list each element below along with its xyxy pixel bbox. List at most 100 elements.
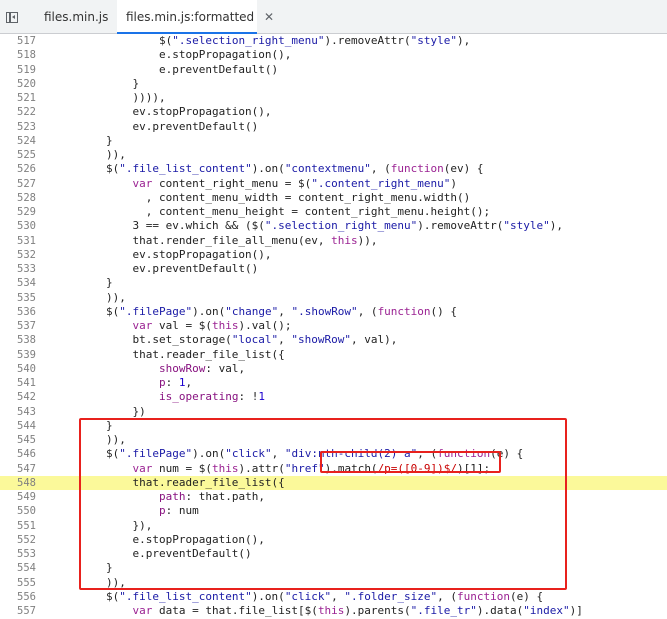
code-line[interactable]: 540 showRow: val, [0, 362, 667, 376]
code-line[interactable]: 528 , content_menu_width = content_right… [0, 191, 667, 205]
line-number[interactable]: 521 [0, 91, 36, 105]
line-number[interactable]: 550 [0, 504, 36, 518]
line-number[interactable]: 526 [0, 162, 36, 176]
line-number[interactable]: 552 [0, 533, 36, 547]
line-number[interactable]: 529 [0, 205, 36, 219]
code-token: )] [569, 604, 583, 617]
line-number[interactable]: 557 [0, 604, 36, 618]
line-number[interactable]: 524 [0, 134, 36, 148]
line-number[interactable]: 527 [0, 177, 36, 191]
code-line[interactable]: 536 $(".filePage").on("change", ".showRo… [0, 305, 667, 319]
code-token: "showRow" [291, 333, 352, 347]
code-line[interactable]: 537 var val = $(this).val(); [0, 319, 667, 333]
code-line[interactable]: 530 3 == ev.which && ($(".selection_righ… [0, 219, 667, 233]
line-number[interactable]: 538 [0, 333, 36, 347]
code-token: ), [549, 219, 563, 233]
code-line[interactable]: 526 $(".file_list_content").on("contextm… [0, 162, 667, 176]
code-token: )))), [53, 91, 166, 104]
code-token: p [158, 376, 166, 389]
code-line[interactable]: 532 ev.stopPropagation(), [0, 248, 667, 262]
code-line[interactable]: 525 )), [0, 148, 667, 162]
line-number[interactable]: 536 [0, 305, 36, 319]
line-code: } [53, 134, 113, 148]
code-token: ".file_list_content" [119, 162, 252, 176]
line-number[interactable]: 523 [0, 120, 36, 134]
code-line[interactable]: 519 e.preventDefault() [0, 63, 667, 77]
line-number[interactable]: 539 [0, 348, 36, 362]
code-token: : ! [238, 390, 259, 404]
code-line[interactable]: 534 } [0, 276, 667, 290]
line-number[interactable]: 553 [0, 547, 36, 561]
code-line[interactable]: 541 p: 1, [0, 376, 667, 390]
code-line[interactable]: 535 )), [0, 291, 667, 305]
code-line[interactable]: 539 that.reader_file_list({ [0, 348, 667, 362]
line-number[interactable]: 522 [0, 105, 36, 119]
code-token: ".content_right_menu" [311, 176, 451, 190]
line-number[interactable]: 555 [0, 576, 36, 590]
code-line[interactable]: 523 ev.preventDefault() [0, 120, 667, 134]
line-number[interactable]: 546 [0, 447, 36, 461]
line-number[interactable]: 544 [0, 419, 36, 433]
code-line[interactable]: 518 e.stopPropagation(), [0, 48, 667, 62]
code-line[interactable]: 543 }) [0, 405, 667, 419]
line-code: }) [53, 405, 145, 419]
line-number[interactable]: 547 [0, 462, 36, 476]
tab-files-min-js[interactable]: files.min.js [27, 0, 117, 34]
code-line[interactable]: 524 } [0, 134, 667, 148]
line-number[interactable]: 543 [0, 405, 36, 419]
line-number[interactable]: 540 [0, 362, 36, 376]
code-line[interactable]: 542 is_operating: !1 [0, 390, 667, 404]
line-number[interactable]: 551 [0, 519, 36, 533]
code-line[interactable]: 527 var content_right_menu = $(".content… [0, 177, 667, 191]
code-line[interactable]: 521 )))), [0, 91, 667, 105]
line-number[interactable]: 517 [0, 34, 36, 48]
line-number[interactable]: 534 [0, 276, 36, 290]
line-number[interactable]: 533 [0, 262, 36, 276]
line-number[interactable]: 548 [0, 476, 36, 490]
line-number[interactable]: 554 [0, 561, 36, 575]
line-code: var data = that.file_list[$(this).parent… [53, 604, 583, 618]
line-number[interactable]: 556 [0, 590, 36, 604]
line-number[interactable]: 519 [0, 63, 36, 77]
code-token: ).parents( [344, 604, 411, 617]
code-line[interactable]: 522 ev.stopPropagation(), [0, 105, 667, 119]
line-number[interactable]: 528 [0, 191, 36, 205]
line-number[interactable]: 531 [0, 234, 36, 248]
line-number[interactable]: 542 [0, 390, 36, 404]
code-token: ".folder_size" [344, 589, 438, 603]
line-number[interactable]: 541 [0, 376, 36, 390]
code-token: ) [450, 176, 458, 190]
line-number[interactable]: 520 [0, 77, 36, 91]
code-token: ).removeAttr( [417, 219, 504, 233]
code-token: , ( [370, 162, 391, 176]
code-line[interactable]: 556 $(".file_list_content").on("click", … [0, 590, 667, 604]
line-number[interactable]: 549 [0, 490, 36, 504]
line-number[interactable]: 535 [0, 291, 36, 305]
line-number[interactable]: 545 [0, 433, 36, 447]
line-number[interactable]: 518 [0, 48, 36, 62]
code-token: ev.preventDefault() [53, 262, 259, 275]
code-token: )), [53, 290, 126, 304]
code-line[interactable]: 557 var data = that.file_list[$(this).pa… [0, 604, 667, 618]
tab-bar: files.min.js files.min.js:formatted ✕ [0, 0, 667, 34]
code-line[interactable]: 520 } [0, 77, 667, 91]
code-line[interactable]: 531 that.render_file_all_menu(ev, this))… [0, 234, 667, 248]
code-token: , [278, 304, 292, 318]
line-number[interactable]: 532 [0, 248, 36, 262]
code-token: (ev) { [443, 162, 484, 176]
code-line[interactable]: 538 bt.set_storage("local", "showRow", v… [0, 333, 667, 347]
code-token: : val, [205, 361, 246, 375]
line-number[interactable]: 537 [0, 319, 36, 333]
code-line[interactable]: 517 $(".selection_right_menu").removeAtt… [0, 34, 667, 48]
tab-files-min-js-formatted[interactable]: files.min.js:formatted ✕ [117, 0, 274, 34]
code-line[interactable]: 533 ev.preventDefault() [0, 262, 667, 276]
code-token: ".showRow" [291, 304, 358, 318]
sidebar-toggle-icon[interactable] [6, 12, 18, 23]
line-number[interactable]: 525 [0, 148, 36, 162]
line-number[interactable]: 530 [0, 219, 36, 233]
code-line[interactable]: 529 , content_menu_height = content_righ… [0, 205, 667, 219]
line-code: )), [53, 148, 126, 162]
code-token: ".file_tr" [410, 604, 477, 617]
close-icon[interactable]: ✕ [264, 0, 274, 34]
